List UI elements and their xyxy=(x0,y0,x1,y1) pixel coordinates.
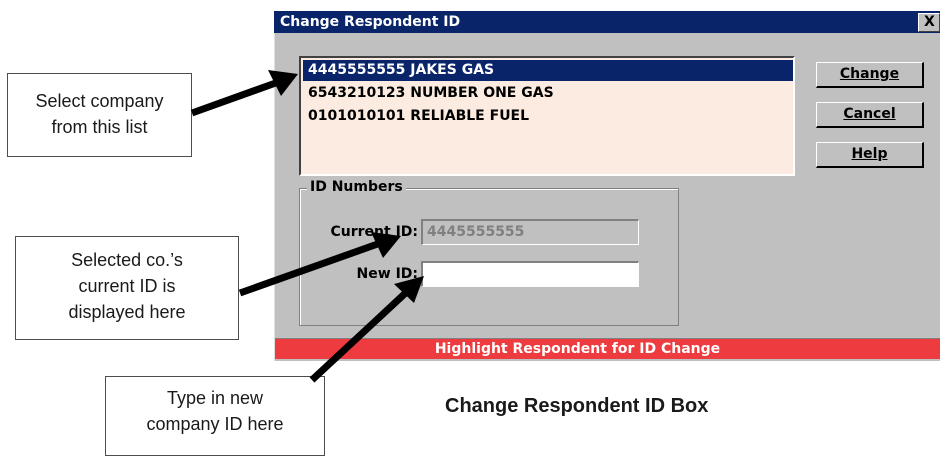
pointer-arrows xyxy=(190,70,424,383)
arrow-line xyxy=(309,284,415,383)
arrow-line xyxy=(238,237,388,297)
arrow-line xyxy=(190,76,286,117)
figure-caption: Change Respondent ID Box xyxy=(445,395,709,417)
